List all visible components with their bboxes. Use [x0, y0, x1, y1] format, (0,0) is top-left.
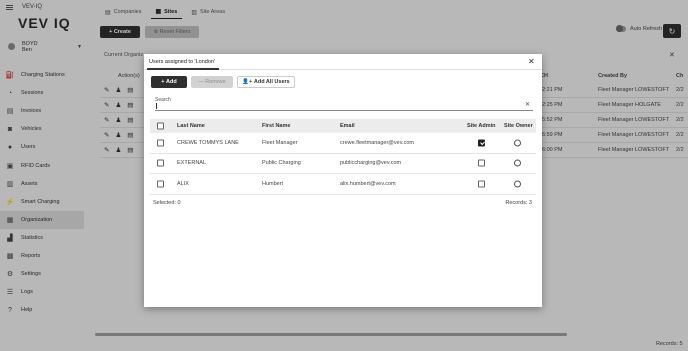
radio[interactable]: [514, 180, 521, 188]
column-header-first-name[interactable]: First Name: [262, 123, 290, 129]
radio[interactable]: [514, 139, 521, 147]
checkbox[interactable]: [157, 122, 164, 130]
cell-email: crewe.fleetmanager@vev.com: [340, 139, 414, 146]
table-header: Last Name First Name Email Site Admin Si…: [150, 119, 536, 133]
search-input[interactable]: [155, 103, 533, 111]
table-row[interactable]: EXTERNAL Public Charging publiccharging@…: [150, 154, 536, 174]
text-cursor: [156, 103, 157, 109]
checkbox[interactable]: [157, 180, 164, 188]
add-all-users-button[interactable]: 👤+ Add All Users: [237, 76, 295, 88]
column-header-site-admin: Site Admin: [467, 123, 496, 129]
checkbox[interactable]: [478, 180, 485, 188]
minus-icon: —: [198, 79, 206, 85]
column-header-site-owner: Site Owner: [504, 123, 533, 129]
table-footer: Selected: 0 Records: 3: [150, 195, 536, 209]
radio[interactable]: [514, 159, 521, 167]
add-button-label: Add: [166, 79, 177, 85]
dialog-header: Users assigned to 'London' ✕: [144, 54, 542, 70]
cell-last-name: ALIX: [177, 180, 189, 187]
dialog-title: Users assigned to 'London': [149, 59, 216, 65]
cell-email: publiccharging@vev.com: [340, 160, 402, 167]
checkbox[interactable]: [157, 139, 164, 147]
remove-button[interactable]: — Remove: [191, 76, 233, 88]
remove-button-label: Remove: [205, 79, 226, 85]
add-all-users-label: Add All Users: [253, 79, 290, 85]
close-icon[interactable]: ✕: [528, 57, 535, 66]
table-row[interactable]: ALIX Humbert alix.humbert@vev.com: [150, 174, 536, 195]
site-admin-checkbox[interactable]: [478, 159, 485, 167]
checkbox-checked[interactable]: [478, 139, 485, 147]
site-admin-checkbox[interactable]: [478, 180, 485, 188]
column-header-email[interactable]: Email: [340, 123, 355, 129]
row-select-checkbox[interactable]: [157, 159, 164, 167]
users-assigned-dialog: Users assigned to 'London' ✕ + Add — Rem…: [144, 54, 542, 307]
records-count: Records: 3: [505, 200, 532, 206]
site-owner-radio[interactable]: [514, 159, 521, 167]
cell-first-name: Public Charging: [262, 160, 301, 167]
cell-first-name: Humbert: [262, 180, 284, 187]
checkbox[interactable]: [157, 159, 164, 167]
cell-last-name: CREWE TOMMYS LANE: [177, 139, 239, 146]
selected-count: Selected: 0: [153, 200, 181, 206]
cell-first-name: Fleet Manager: [262, 139, 298, 146]
column-header-last-name[interactable]: Last Name: [177, 123, 205, 129]
table-row[interactable]: CREWE TOMMYS LANE Fleet Manager crewe.fl…: [150, 133, 536, 154]
row-select-checkbox[interactable]: [157, 139, 164, 147]
site-admin-checkbox[interactable]: [478, 139, 485, 147]
dialog-title-underline: [147, 68, 219, 70]
clear-search-icon[interactable]: ✕: [525, 101, 530, 108]
add-user-icon: 👤+: [242, 79, 254, 85]
row-select-checkbox[interactable]: [157, 180, 164, 188]
select-all-checkbox[interactable]: [157, 122, 164, 130]
site-owner-radio[interactable]: [514, 180, 521, 188]
cell-last-name: EXTERNAL: [177, 160, 207, 167]
add-button[interactable]: + Add: [151, 76, 187, 88]
users-table: Last Name First Name Email Site Admin Si…: [150, 119, 536, 195]
checkbox[interactable]: [478, 159, 485, 167]
site-owner-radio[interactable]: [514, 139, 521, 147]
cell-email: alix.humbert@vev.com: [340, 180, 396, 187]
